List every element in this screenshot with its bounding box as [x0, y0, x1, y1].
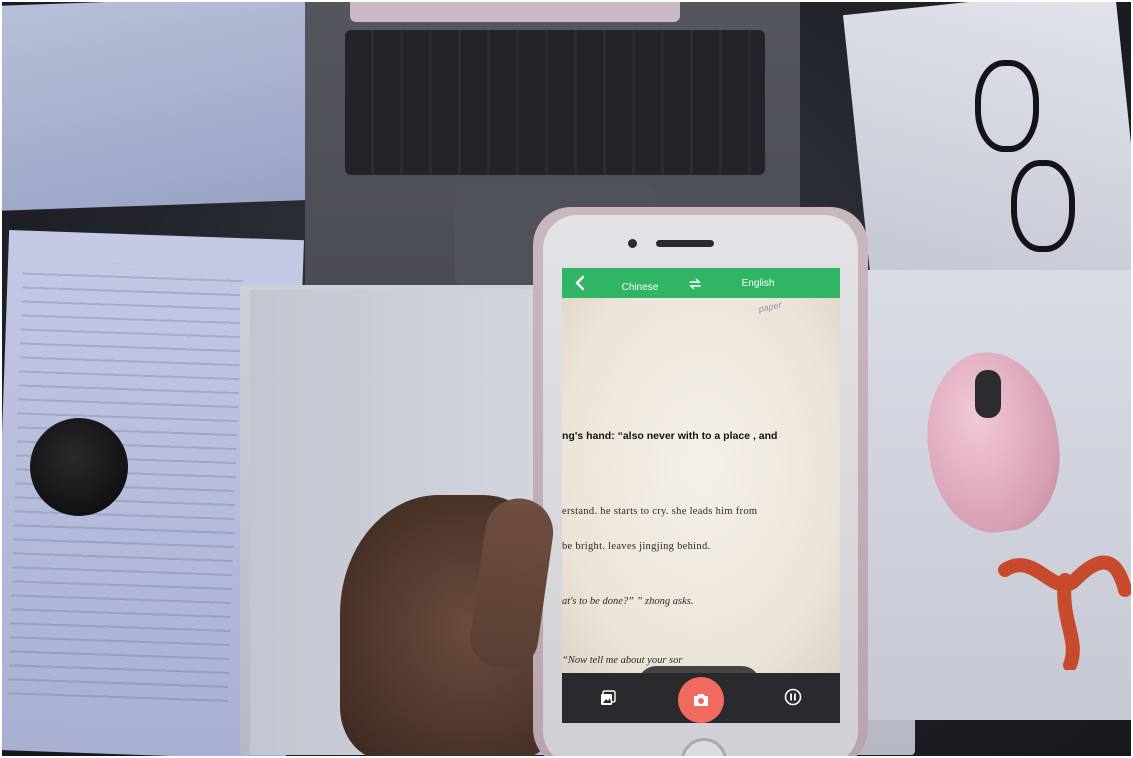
gallery-icon [601, 690, 616, 705]
front-camera [628, 239, 637, 248]
camera-viewfinder[interactable]: paper ng's hand: “also never with to a p… [562, 298, 840, 702]
text-line-4: at's to be done?” ” zhong asks. [562, 596, 694, 607]
source-language-label: Chinese [621, 282, 659, 293]
earpiece-speaker [656, 240, 714, 247]
eyeglasses [975, 60, 1075, 260]
phone-screen: Chinese English paper ng's hand: “also n… [562, 268, 840, 723]
translator-bottom-bar [562, 673, 840, 723]
chevron-left-icon [575, 275, 585, 291]
swap-languages-button[interactable] [688, 277, 702, 291]
shutter-button[interactable] [678, 677, 724, 723]
lens-cap [30, 418, 128, 516]
mouse-wheel [975, 370, 1001, 418]
target-language-label: English [741, 278, 775, 289]
source-language-selector[interactable]: Chinese [620, 282, 660, 293]
gallery-button[interactable] [600, 690, 616, 706]
text-line-5: “Now tell me about your sor [562, 655, 683, 666]
text-line-3: be bright. leaves jingjing behind. [562, 541, 711, 552]
text-line-2: erstand. he starts to cry. she leads him… [562, 506, 758, 517]
laptop-screen-edge [350, 0, 680, 22]
pause-icon [784, 688, 802, 706]
laptop-keyboard [345, 30, 765, 175]
red-squiggle-toy [998, 555, 1132, 670]
swap-arrows-icon [689, 278, 701, 290]
handwritten-note: paper [757, 299, 783, 315]
paper-sheets-top-left [0, 0, 330, 211]
camera-icon [694, 694, 708, 706]
translated-line-1: ng's hand: “also never with to a place ,… [562, 430, 778, 442]
photo-scene: Chinese English paper ng's hand: “also n… [0, 0, 1133, 758]
pause-button[interactable] [784, 688, 802, 706]
back-button[interactable] [570, 273, 590, 293]
target-language-selector[interactable]: English [738, 278, 778, 289]
translator-top-bar: Chinese English [562, 268, 840, 298]
